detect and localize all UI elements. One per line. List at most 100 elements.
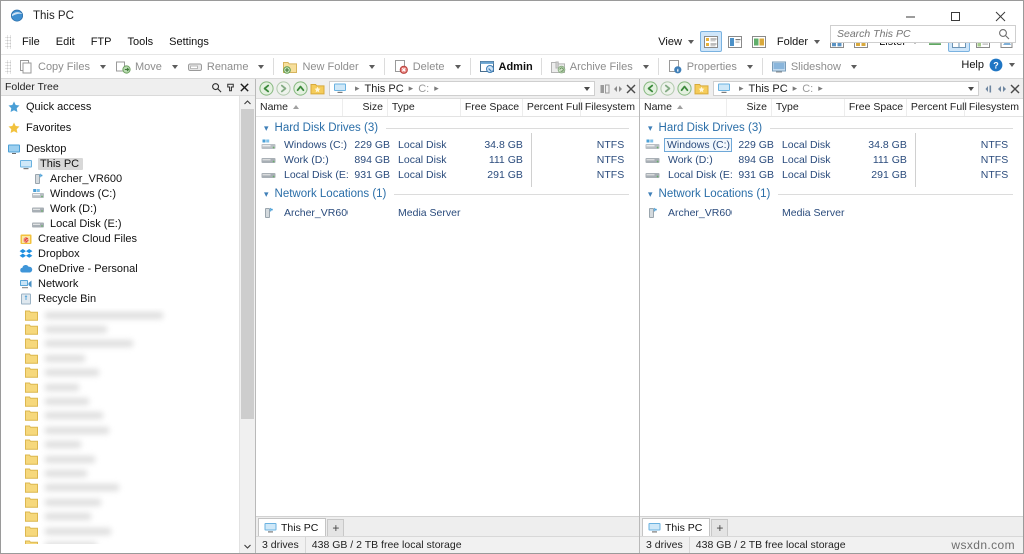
copy-files-button[interactable]: Copy Files [14,56,94,77]
copy-files-chevron-down-icon[interactable] [100,65,106,69]
list-item[interactable] [1,409,239,423]
breadcrumb-segment[interactable]: This PC [749,83,788,95]
scroll-down-icon[interactable] [240,540,255,553]
sidebar-item-windows-c[interactable]: Windows (C:) [1,186,239,201]
list-item[interactable] [1,366,239,380]
chevron-down-icon[interactable]: ▾ [264,189,269,200]
redacted-folder-list[interactable] [1,308,239,544]
search-icon[interactable] [209,80,223,94]
delete-chevron-down-icon[interactable] [455,65,461,69]
column-header-size[interactable]: Size [342,99,387,116]
up-arrow-icon[interactable] [293,81,308,96]
up-arrow-icon[interactable] [677,81,692,96]
details-view-icon[interactable] [700,31,722,52]
view-label[interactable]: View [658,36,682,48]
sidebar-item-local-disk-e[interactable]: Local Disk (E:) [1,216,239,231]
scrollbar-track[interactable] [240,109,255,540]
list-item[interactable] [1,337,239,351]
breadcrumb-segment[interactable]: C: [802,83,813,95]
favorites-folder-icon[interactable] [694,81,709,96]
column-header-type[interactable]: Type [387,99,460,116]
move-chevron-down-icon[interactable] [172,65,178,69]
folder-label[interactable]: Folder [777,36,808,48]
sidebar-item-archer-vr600[interactable]: Archer_VR600 [1,171,239,186]
file-list-right[interactable]: ▾ Hard Disk Drives (3) Windows (C:) 229 … [640,117,1023,516]
group-header-network-locations[interactable]: ▾ Network Locations (1) [640,185,1023,203]
sidebar-item-dropbox[interactable]: Dropbox [1,246,239,261]
favorites-folder-icon[interactable] [310,81,325,96]
tab-this-pc[interactable]: This PC [258,518,326,536]
group-header-network-locations[interactable]: ▾ Network Locations (1) [256,185,639,203]
scroll-up-icon[interactable] [240,96,255,109]
column-header-name[interactable]: Name [256,99,342,116]
back-arrow-icon[interactable] [259,81,274,96]
menu-tools[interactable]: Tools [119,33,161,51]
breadcrumb-chevron-down-icon[interactable] [584,87,590,91]
table-row[interactable]: Archer_VR600 Media Server [256,205,639,220]
menu-settings[interactable]: Settings [161,33,217,51]
column-header-name[interactable]: Name [640,99,726,116]
unpin-icon[interactable] [223,80,237,94]
swap-pane-icon[interactable] [611,81,624,96]
column-header-type[interactable]: Type [771,99,844,116]
slideshow-chevron-down-icon[interactable] [851,65,857,69]
menu-file[interactable]: File [14,33,48,51]
delete-button[interactable]: Delete [389,56,449,77]
folder-chevron-down-icon[interactable] [814,40,820,44]
help-chevron-down-icon[interactable] [1009,63,1015,67]
properties-button[interactable]: Properties [663,56,741,77]
list-item[interactable] [1,481,239,495]
chevron-down-icon[interactable]: ▾ [264,123,269,134]
properties-chevron-down-icon[interactable] [747,65,753,69]
tab-this-pc[interactable]: This PC [642,518,710,536]
breadcrumb-segment[interactable]: This PC [365,83,404,95]
table-row[interactable]: Archer_VR600 Media Server [640,205,1023,220]
add-tab-button[interactable]: + [327,519,344,536]
folder-tree[interactable]: Quick access Favorites D [1,96,239,553]
list-item[interactable] [1,495,239,509]
new-folder-chevron-down-icon[interactable] [369,65,375,69]
split-pane-icon[interactable] [982,81,995,96]
tiles-view-icon[interactable] [724,31,746,52]
list-item[interactable] [1,538,239,544]
list-item[interactable] [1,394,239,408]
breadcrumb-segment[interactable]: C: [418,83,429,95]
help-control[interactable]: Help ? [961,58,1015,72]
folder-tree-scrollbar[interactable] [239,96,255,553]
column-header-percent-full[interactable]: Percent Full [906,99,964,116]
close-pane-icon[interactable] [1008,81,1021,96]
menu-edit[interactable]: Edit [48,33,83,51]
column-header-filesystem[interactable]: Filesystem [580,99,639,116]
search-input[interactable] [831,27,996,41]
chevron-down-icon[interactable]: ▾ [648,189,653,200]
breadcrumb-field-left[interactable]: ▸ This PC ▸ C: ▸ [329,81,595,96]
list-item[interactable] [1,308,239,322]
archive-files-chevron-down-icon[interactable] [643,65,649,69]
table-row[interactable]: Local Disk (E:) 931 GB Local Disk 291 GB… [640,167,1023,182]
search-box[interactable] [830,25,1016,43]
menu-ftp[interactable]: FTP [83,33,120,51]
list-item[interactable] [1,524,239,538]
column-header-filesystem[interactable]: Filesystem [964,99,1023,116]
sidebar-item-desktop[interactable]: Desktop [1,141,239,156]
toolbar-gripper[interactable] [5,60,11,74]
column-header-size[interactable]: Size [726,99,771,116]
rename-chevron-down-icon[interactable] [258,65,264,69]
list-item[interactable] [1,466,239,480]
sidebar-item-work-d[interactable]: Work (D:) [1,201,239,216]
split-pane-icon[interactable] [598,81,611,96]
breadcrumb-field-right[interactable]: ▸ This PC ▸ C: ▸ [713,81,979,96]
back-arrow-icon[interactable] [643,81,658,96]
sidebar-item-recycle-bin[interactable]: Recycle Bin [1,291,239,306]
rename-button[interactable]: Rename [183,56,253,77]
column-header-percent-full[interactable]: Percent Full [522,99,580,116]
view-chevron-down-icon[interactable] [688,40,694,44]
sidebar-item-quick-access[interactable]: Quick access [1,99,239,114]
file-list-left[interactable]: ▾ Hard Disk Drives (3) Windows (C:) 229 … [256,117,639,516]
close-icon[interactable] [237,80,251,94]
add-tab-button[interactable]: + [711,519,728,536]
menu-gripper[interactable] [5,35,11,49]
thumbnails-view-icon[interactable] [748,31,770,52]
forward-arrow-icon[interactable] [660,81,675,96]
new-folder-button[interactable]: New Folder [278,56,362,77]
